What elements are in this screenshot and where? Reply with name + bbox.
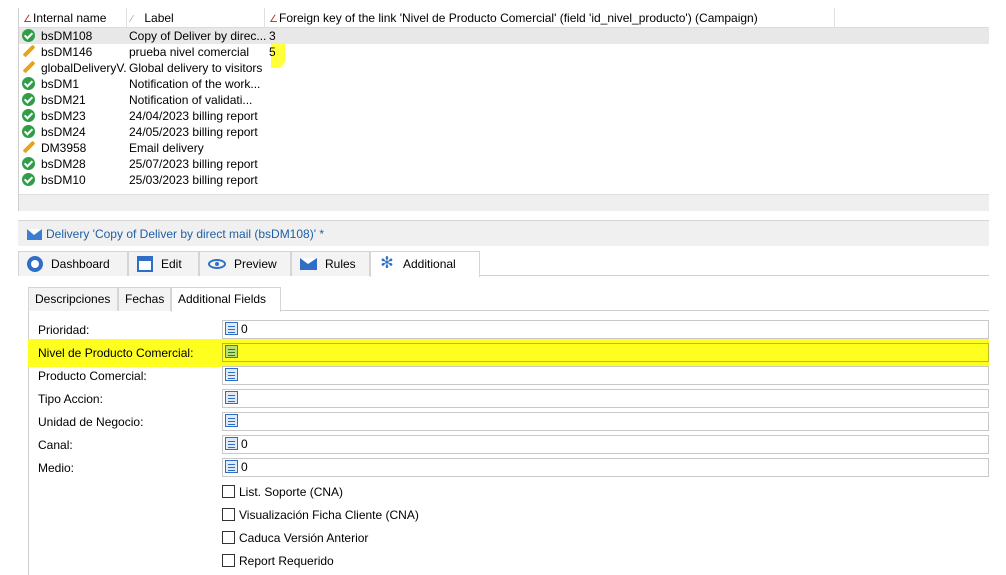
list-icon [225,437,238,451]
list-icon [225,345,238,359]
eye-icon [208,258,226,269]
table-row[interactable]: bsDM21 Notification of validati... [19,92,989,108]
canal-field[interactable]: 0 [222,435,989,454]
status-ok-icon [22,157,35,170]
column-header-foreign-key[interactable]: ∠Foreign key of the link 'Nivel de Produ… [265,8,835,28]
checkbox-visualizacion-ficha[interactable]: Visualización Ficha Cliente (CNA) [222,506,419,524]
medio-field[interactable]: 0 [222,458,989,477]
status-ok-icon [22,77,35,90]
table-row[interactable]: bsDM28 25/07/2023 billing report [19,156,989,172]
checkbox[interactable] [222,508,235,522]
table-row[interactable]: bsDM24 24/05/2023 billing report [19,124,989,140]
table-row[interactable]: bsDM146 prueba nivel comercial 5 [19,44,989,60]
tab-dashboard[interactable]: Dashboard [18,251,128,276]
dashboard-icon [27,255,43,272]
tab-descripciones[interactable]: Descripciones [28,287,118,311]
mail-icon [300,257,317,270]
sort-icon: ∠ [23,14,32,25]
list-icon [225,391,238,405]
field-label-nivel-producto: Nivel de Producto Comercial: [38,346,194,360]
delivery-title: Delivery 'Copy of Deliver by direct mail… [46,227,324,241]
tab-preview[interactable]: Preview [199,251,291,276]
prioridad-field[interactable]: 0 [222,320,989,339]
list-icon [225,368,238,382]
list-icon [225,460,238,474]
foreign-key-value: 3 [269,29,276,43]
checkbox[interactable] [222,554,235,568]
nivel-producto-comercial-field[interactable] [222,343,989,362]
column-header-label[interactable]: ∕ Label [127,8,265,28]
table-row[interactable]: globalDeliveryV. Global delivery to visi… [19,60,989,76]
field-label-canal: Canal: [38,438,73,452]
tab-rules[interactable]: Rules [291,251,370,276]
checkbox[interactable] [222,531,235,545]
table-row[interactable]: bsDM10 25/03/2023 billing report [19,172,989,188]
envelope-icon [27,229,42,240]
snowflake-icon: ✻ [380,254,394,272]
tipo-accion-field[interactable] [222,389,989,408]
tab-fechas[interactable]: Fechas [118,287,171,311]
column-header-internal-name[interactable]: ∠Internal name [19,8,127,28]
tab-additional[interactable]: ✻ Additional [370,251,480,277]
pencil-icon [22,45,36,59]
checkbox-report-requerido[interactable]: Report Requerido [222,552,334,570]
status-ok-icon [22,93,35,106]
field-label-producto-comercial: Producto Comercial: [38,369,147,383]
status-ok-icon [22,125,35,138]
producto-comercial-field[interactable] [222,366,989,385]
pencil-icon [22,61,36,75]
table-row[interactable]: DM3958 Email delivery [19,140,989,156]
tab-edit[interactable]: Edit [128,251,199,276]
checkbox-caduca-version[interactable]: Caduca Versión Anterior [222,529,368,547]
delivery-list-grid[interactable]: ∠Internal name ∕ Label ∠Foreign key of t… [18,8,989,211]
horizontal-scrollbar[interactable] [19,194,989,211]
table-row[interactable]: bsDM1 Notification of the work... [19,76,989,92]
tab-additional-fields[interactable]: Additional Fields [171,287,281,312]
status-ok-icon [22,173,35,186]
field-label-prioridad: Prioridad: [38,323,90,337]
checkbox-list-soporte[interactable]: List. Soporte (CNA) [222,483,343,501]
pencil-icon [22,141,36,155]
list-icon [225,322,238,336]
edit-icon [137,255,153,272]
status-ok-icon [22,109,35,122]
delivery-title-bar: Delivery 'Copy of Deliver by direct mail… [18,220,989,246]
table-row[interactable]: bsDM23 24/04/2023 billing report [19,108,989,124]
field-label-medio: Medio: [38,461,75,475]
foreign-key-value: 5 [269,45,276,59]
sort-icon: ∕ [131,14,133,25]
grid-header: ∠Internal name ∕ Label ∠Foreign key of t… [19,8,989,28]
checkbox[interactable] [222,485,235,499]
field-label-tipo-accion: Tipo Accion: [38,392,103,406]
main-tab-bar: Dashboard Edit Preview Rules ✻ Additional [18,250,989,277]
list-icon [225,414,238,428]
status-ok-icon [22,29,35,42]
field-label-unidad-negocio: Unidad de Negocio: [38,415,144,429]
unidad-negocio-field[interactable] [222,412,989,431]
table-row[interactable]: bsDM108 Copy of Deliver by direc... 3 [19,28,989,44]
sort-icon: ∠ [269,14,278,25]
